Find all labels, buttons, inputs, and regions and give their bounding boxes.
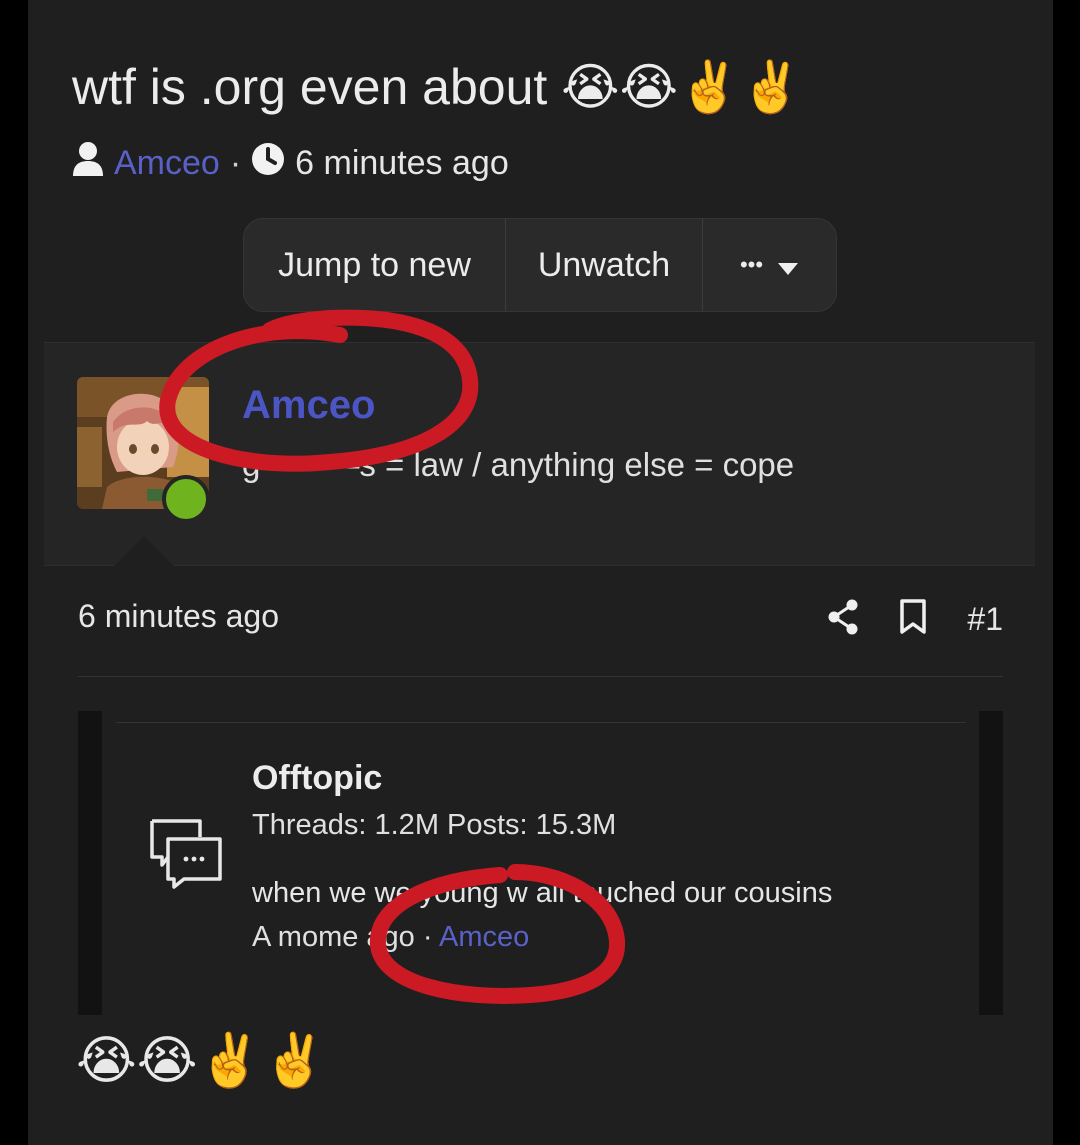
thread-title: wtf is .org even about 😭😭✌️✌️: [72, 59, 803, 115]
post-user-header: Amceo g———s = law / anything else = cope: [44, 342, 1035, 566]
post-date[interactable]: 6 minutes ago: [78, 598, 279, 635]
latest-thread-meta: A mome ago · Amceo: [252, 921, 529, 954]
post-body-emojis: 😭😭✌️✌️: [76, 1032, 328, 1090]
share-icon[interactable]: [827, 599, 859, 640]
bookmark-icon[interactable]: [899, 598, 927, 640]
thread-time: 6 minutes ago: [295, 143, 509, 182]
forum-embed-card[interactable]: Offtopic Threads: 1.2M Posts: 15.3M when…: [78, 711, 1003, 1015]
jump-to-new-button[interactable]: Jump to new: [244, 219, 506, 311]
latest-thread-title[interactable]: when we we young w all touched our cousi…: [252, 877, 832, 910]
more-label: •••: [739, 252, 764, 277]
user-icon: [72, 141, 104, 186]
thread-actions: Jump to new Unwatch •••: [243, 218, 837, 312]
chat-bubbles-icon: [148, 817, 224, 894]
clock-icon: [251, 142, 285, 185]
more-options-button[interactable]: •••: [703, 219, 836, 311]
latest-time: A mome ago: [252, 921, 415, 953]
header-pointer: [114, 536, 174, 566]
post-actions: #1: [827, 596, 1003, 642]
forum-title[interactable]: Offtopic: [252, 759, 382, 798]
online-status-dot: [162, 475, 210, 523]
latest-separator: ·: [414, 921, 439, 953]
thread-meta: Amceo · 6 minutes ago: [72, 140, 509, 186]
thread-author-link[interactable]: Amceo: [114, 144, 220, 183]
forum-stats: Threads: 1.2M Posts: 15.3M: [252, 809, 617, 841]
latest-author-link[interactable]: Amceo: [439, 921, 529, 953]
unwatch-button[interactable]: Unwatch: [506, 219, 703, 311]
caret-down-icon: [777, 246, 799, 285]
post-number-link[interactable]: #1: [967, 601, 1003, 638]
post-username[interactable]: Amceo: [242, 383, 375, 428]
meta-separator: ·: [229, 143, 242, 182]
divider: [78, 676, 1003, 677]
user-title: g———s = law / anything else = cope: [242, 446, 795, 483]
thread-page: wtf is .org even about 😭😭✌️✌️ Amceo · 6 …: [28, 0, 1053, 1145]
embed-divider: [116, 722, 966, 723]
